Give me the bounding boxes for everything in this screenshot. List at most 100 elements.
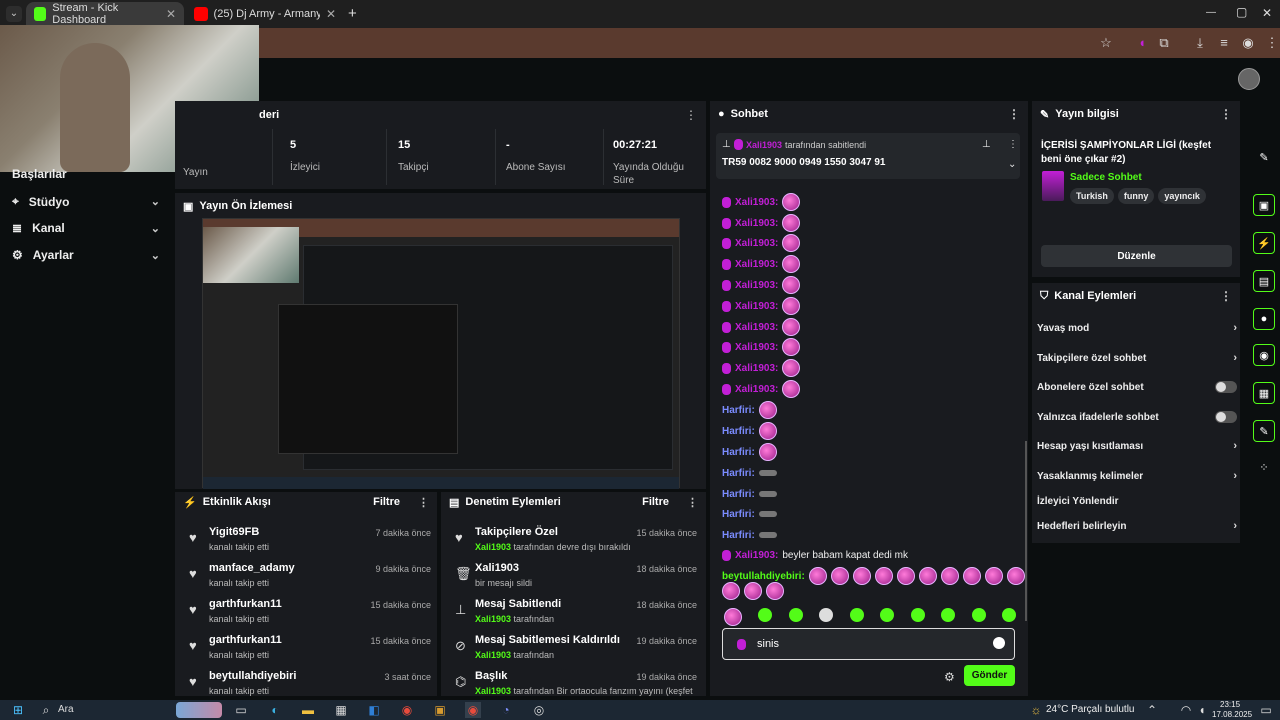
chevron-down-icon[interactable]: ⌄: [1008, 159, 1016, 170]
rail-broadcast-icon[interactable]: ◉: [1253, 344, 1275, 366]
rail-stats-icon[interactable]: ▦: [1253, 382, 1275, 404]
windows-start-icon[interactable]: ⊞: [10, 702, 26, 718]
pinned-message[interactable]: ⊥ Xali1903 tarafından sabitlendi TR59 00…: [716, 133, 1020, 179]
discord-icon[interactable]: ◔: [498, 702, 514, 718]
emote-pick-icon[interactable]: [971, 608, 986, 622]
action-slow-mode[interactable]: Yavaş mod ›: [1037, 317, 1237, 339]
sidebar-item-basarilar[interactable]: Başlarılar: [12, 167, 160, 181]
toggle-switch[interactable]: [1215, 381, 1237, 393]
feed-name[interactable]: Yigit69FB: [209, 526, 259, 538]
window-close-button[interactable]: ✕: [1262, 6, 1272, 20]
chat-user[interactable]: Xali1903:: [735, 322, 778, 333]
emote-pick-icon[interactable]: [910, 608, 925, 622]
rail-preview-icon[interactable]: ▣: [1253, 194, 1275, 216]
mod-actor[interactable]: Xali1903: [475, 650, 511, 660]
taskbar-search-label[interactable]: Ara: [58, 704, 74, 715]
browser-menu-icon[interactable]: ⋮: [1264, 35, 1280, 51]
user-avatar[interactable]: [1238, 68, 1260, 90]
menu-icon[interactable]: ⋮: [1220, 289, 1232, 303]
emote-pick-icon[interactable]: [941, 608, 956, 622]
maximize-button[interactable]: ▢: [1236, 5, 1247, 19]
chat-user[interactable]: Xali1903:: [735, 259, 778, 270]
send-button[interactable]: Gönder: [964, 665, 1015, 686]
chat-user[interactable]: Xali1903:: [735, 197, 778, 208]
tab-close-icon[interactable]: ✕: [326, 7, 336, 21]
chat-user[interactable]: Harfiri:: [722, 489, 755, 500]
minimize-button[interactable]: —: [1206, 7, 1216, 18]
unpin-icon[interactable]: ⊥: [982, 139, 991, 150]
feed-name[interactable]: garthfurkan11: [209, 598, 282, 610]
rail-edit-icon[interactable]: ✎: [1253, 146, 1275, 168]
obs-icon[interactable]: ◎: [531, 702, 547, 718]
tray-chevron-icon[interactable]: ⌃: [1144, 702, 1160, 718]
mod-actor[interactable]: Xali1903: [475, 614, 511, 624]
tab-youtube[interactable]: (25) Dj Army - Armany (20 ✕: [186, 2, 344, 26]
download-icon[interactable]: ⤓: [1192, 35, 1208, 51]
emote-pick-icon[interactable]: [724, 608, 742, 626]
wifi-icon[interactable]: ◠: [1178, 702, 1194, 718]
chat-user[interactable]: Xali1903:: [735, 238, 778, 249]
emote-pick-icon[interactable]: [819, 608, 834, 622]
chrome-active-icon[interactable]: ◉: [465, 702, 481, 718]
filter-button[interactable]: Filtre: [642, 496, 669, 508]
chat-user[interactable]: Harfiri:: [722, 405, 755, 416]
puzzle-icon[interactable]: ⧉: [1156, 35, 1172, 51]
mod-actor[interactable]: Xali1903: [475, 542, 511, 552]
chat-user[interactable]: beytullahdiyebiri:: [722, 571, 805, 582]
emote-pick-icon[interactable]: [849, 608, 864, 622]
rail-mod-icon[interactable]: ▤: [1253, 270, 1275, 292]
file-explorer-icon[interactable]: ▬: [300, 702, 316, 718]
profile-icon[interactable]: ◉: [1240, 35, 1256, 51]
rail-activity-icon[interactable]: ⚡: [1253, 232, 1275, 254]
chat-user[interactable]: Harfiri:: [722, 447, 755, 458]
chat-user[interactable]: Xali1903:: [735, 363, 778, 374]
new-tab-button[interactable]: +: [348, 5, 357, 22]
chrome-icon[interactable]: ◉: [399, 702, 415, 718]
notification-icon[interactable]: ▭: [1258, 702, 1274, 718]
tab-list-dropdown-icon[interactable]: ⌄: [6, 6, 22, 22]
chat-input[interactable]: sinis: [722, 628, 1015, 660]
sidebar-item-studyo[interactable]: ⌖ Stüdyo ⌄: [12, 194, 160, 209]
emote-pick-icon[interactable]: [880, 608, 895, 622]
rail-more-icon[interactable]: ⁘: [1253, 456, 1275, 478]
menu-icon[interactable]: ⋮: [418, 496, 429, 509]
chat-user[interactable]: Harfiri:: [722, 509, 755, 520]
feed-name[interactable]: beytullahdiyebiri: [209, 670, 296, 682]
action-account-age[interactable]: Hesap yaşı kısıtlaması ›: [1037, 435, 1237, 457]
rail-tools-icon[interactable]: ✎: [1253, 420, 1275, 442]
emote-pick-icon[interactable]: [788, 608, 803, 622]
chat-user[interactable]: Xali1903:: [735, 342, 778, 353]
reading-list-icon[interactable]: ≡: [1216, 35, 1232, 51]
action-goals[interactable]: Hedefleri belirleyin ›: [1037, 515, 1237, 537]
mod-actor[interactable]: Xali1903: [475, 686, 511, 696]
chat-user[interactable]: Xali1903:: [735, 301, 778, 312]
pinned-menu-icon[interactable]: ⋮: [1008, 139, 1018, 150]
category-name[interactable]: Sadece Sohbet: [1070, 172, 1142, 183]
edit-button[interactable]: Düzenle: [1041, 245, 1232, 267]
pinned-user[interactable]: Xali1903: [746, 140, 782, 150]
chat-user[interactable]: Harfiri:: [722, 468, 755, 479]
chat-input-value[interactable]: sinis: [757, 638, 779, 650]
sidebar-item-kanal[interactable]: ≣ Kanal ⌄: [12, 221, 160, 235]
tab-kick-dashboard[interactable]: Stream - Kick Dashboard ✕: [26, 2, 184, 26]
emote-pick-icon[interactable]: [758, 608, 773, 622]
emoji-icon[interactable]: [993, 637, 1005, 649]
clock-time[interactable]: 23:15: [1220, 700, 1240, 709]
toggle-switch[interactable]: [1215, 411, 1237, 423]
rail-chat-icon[interactable]: ●: [1253, 308, 1275, 330]
action-raid[interactable]: İzleyici Yönlendir: [1037, 490, 1237, 512]
chat-settings-icon[interactable]: ⚙: [944, 670, 955, 684]
action-followers-only[interactable]: Takipçilere özel sohbet ›: [1037, 347, 1237, 369]
volume-icon[interactable]: ◖: [1194, 702, 1210, 718]
filter-button[interactable]: Filtre: [373, 496, 400, 508]
mod-action[interactable]: Xali1903: [475, 562, 519, 574]
chat-user[interactable]: Xali1903:: [735, 218, 778, 229]
tab-close-icon[interactable]: ✕: [166, 7, 176, 21]
action-banned-words[interactable]: Yasaklanmış kelimeler ›: [1037, 465, 1237, 487]
stats-menu-icon[interactable]: ⋮: [685, 108, 697, 122]
scrollbar[interactable]: [1025, 441, 1027, 621]
app-icon[interactable]: ▣: [432, 702, 448, 718]
weather-text[interactable]: 24°C Parçalı bulutlu: [1046, 704, 1135, 715]
feed-name[interactable]: garthfurkan11: [209, 634, 282, 646]
chat-user[interactable]: Xali1903:: [735, 280, 778, 291]
